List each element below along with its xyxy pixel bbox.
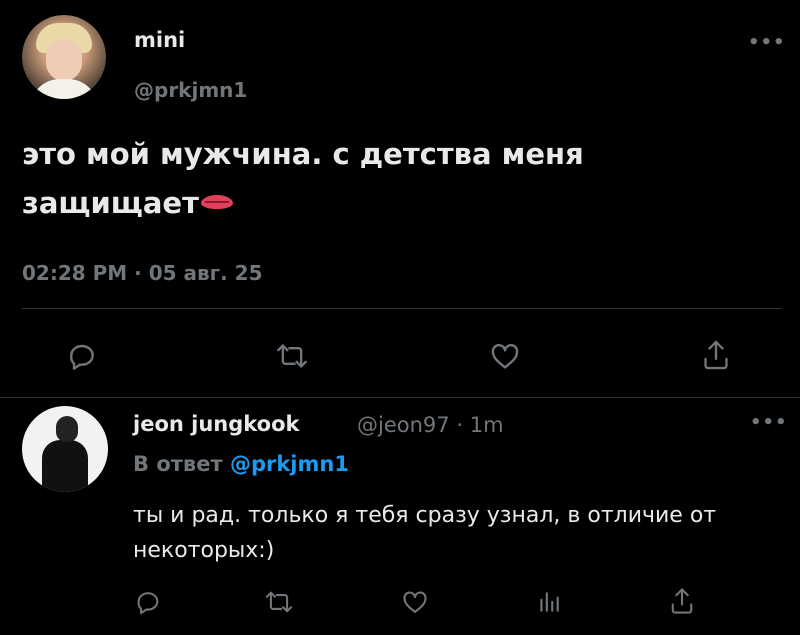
reply-time[interactable]: 1m [470, 413, 504, 437]
reply-share-icon[interactable] [668, 586, 696, 616]
reply-icon[interactable] [66, 340, 98, 372]
reply-retweet-icon[interactable] [264, 588, 294, 616]
reply-author-handle[interactable]: @jeon97 [357, 413, 450, 437]
reply-like-icon[interactable] [400, 588, 430, 616]
reply-reply-icon[interactable] [134, 588, 162, 616]
retweet-icon[interactable] [275, 340, 309, 372]
timestamp[interactable]: 02:28 PM · 05 авг. 25 [22, 261, 263, 285]
tweet-separator [0, 397, 800, 398]
author-handle[interactable]: @prkjmn1 [134, 78, 247, 102]
tweet-text-content: это мой мужчина. с детства меня защищает [22, 137, 584, 220]
author-name[interactable]: mini [134, 28, 185, 52]
analytics-icon[interactable] [536, 588, 562, 616]
share-icon[interactable] [700, 338, 732, 372]
avatar[interactable] [22, 15, 106, 99]
meta-separator: · [456, 413, 464, 437]
reply-avatar[interactable] [22, 406, 108, 492]
tweet-text: это мой мужчина. с детства меня защищает [22, 130, 762, 228]
reply-prefix: В ответ [133, 452, 223, 476]
reply-meta: @jeon97 · 1m [357, 413, 504, 437]
divider [22, 308, 782, 309]
reply-text: ты и рад. только я тебя сразу узнал, в о… [133, 503, 717, 563]
reply-mention-link[interactable]: @prkjmn1 [230, 452, 349, 476]
reply-context: В ответ @prkjmn1 [133, 452, 349, 476]
reply-more-options-icon[interactable]: ••• [750, 412, 788, 433]
reply-author-name[interactable]: jeon jungkook [133, 412, 299, 436]
more-options-icon[interactable]: ••• [748, 32, 786, 53]
like-icon[interactable] [488, 340, 522, 372]
lips-emoji-icon [200, 195, 233, 209]
main-tweet: mini @prkjmn1 ••• это мой мужчина. с дет… [0, 0, 800, 398]
